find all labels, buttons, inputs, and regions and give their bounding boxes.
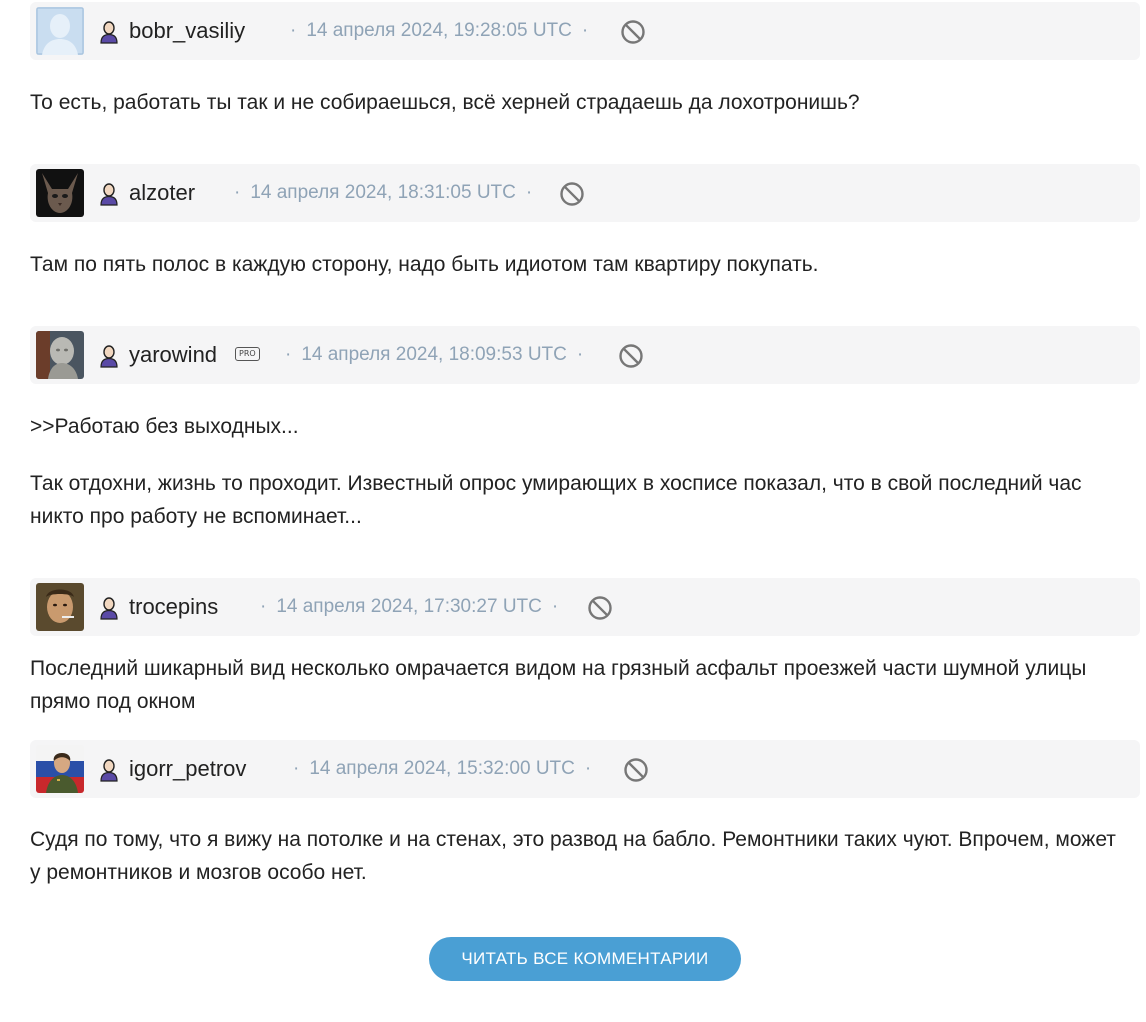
read-all-comments-button[interactable]: ЧИТАТЬ ВСЕ КОММЕНТАРИИ (429, 937, 741, 981)
comment-text: Так отдохни, жизнь то проходит. Известны… (30, 472, 1082, 528)
separator-dot: · (581, 20, 589, 41)
sphynx-cat-avatar-icon (36, 169, 84, 217)
username[interactable]: igorr_petrov (129, 754, 246, 784)
comment-meta: · 14 апреля 2024, 19:28:05 UTC · (280, 17, 598, 45)
comment-header: alzoter · 14 апреля 2024, 18:31:05 UTC · (30, 164, 1140, 222)
comment-text: Последний шикарный вид несколько омрачае… (30, 657, 1087, 713)
comment-meta: · 14 апреля 2024, 18:31:05 UTC · (224, 179, 542, 207)
user-icon (96, 595, 122, 621)
separator-dot: · (551, 596, 559, 617)
user-icon (96, 757, 122, 783)
timestamp: 14 апреля 2024, 18:09:53 UTC (301, 344, 567, 365)
comment-text: То есть, работать ты так и не собираешьс… (30, 91, 860, 114)
comment-body: >>Работаю без выходных... Так отдохни, ж… (30, 410, 1130, 557)
comment-meta: · 14 апреля 2024, 18:09:53 UTC · (275, 341, 593, 369)
username[interactable]: alzoter (129, 178, 195, 208)
separator-dot: · (285, 344, 292, 365)
username[interactable]: trocepins (129, 592, 218, 622)
user-icon (96, 181, 122, 207)
user-icon (96, 343, 122, 369)
block-icon[interactable] (623, 757, 649, 783)
timestamp: 14 апреля 2024, 17:30:27 UTC (276, 596, 542, 617)
man-smoking-avatar-icon (36, 583, 84, 631)
timestamp: 14 апреля 2024, 15:32:00 UTC (309, 758, 575, 779)
separator-dot: · (293, 758, 300, 779)
comment-body: Там по пять полос в каждую сторону, надо… (30, 248, 1130, 305)
username[interactable]: yarowind (129, 340, 217, 370)
block-icon[interactable] (620, 19, 646, 45)
separator-dot: · (260, 596, 267, 617)
comment-header: bobr_vasiliy · 14 апреля 2024, 19:28:05 U… (30, 2, 1140, 60)
avatar[interactable] (36, 169, 84, 217)
user-icon (96, 19, 122, 45)
separator-dot: · (525, 182, 533, 203)
separator-dot: · (234, 182, 241, 203)
comment-header: yarowind PRO · 14 апреля 2024, 18:09:53 U… (30, 326, 1140, 384)
statue-avatar-icon (36, 331, 84, 379)
comment-body: То есть, работать ты так и не собираешьс… (30, 86, 1130, 143)
comment-text: Там по пять полос в каждую сторону, надо… (30, 253, 819, 276)
block-icon[interactable] (587, 595, 613, 621)
avatar[interactable] (36, 583, 84, 631)
pro-badge: PRO (235, 347, 260, 361)
username[interactable]: bobr_vasiliy (129, 16, 245, 46)
comment-header: igorr_petrov · 14 апреля 2024, 15:32:00 U… (30, 740, 1140, 798)
comment-body: Последний шикарный вид несколько омрачае… (30, 652, 1130, 742)
separator-dot: · (584, 758, 592, 779)
timestamp: 14 апреля 2024, 19:28:05 UTC (306, 20, 572, 41)
comment-text: >>Работаю без выходных... (30, 415, 299, 438)
separator-dot: · (290, 20, 297, 41)
block-icon[interactable] (618, 343, 644, 369)
avatar[interactable] (36, 331, 84, 379)
avatar[interactable] (36, 7, 84, 55)
timestamp: 14 апреля 2024, 18:31:05 UTC (250, 182, 516, 203)
officer-flag-avatar-icon (36, 745, 84, 793)
comment-header: trocepins · 14 апреля 2024, 17:30:27 UTC · (30, 578, 1140, 636)
comment-body: Судя по тому, что я вижу на потолке и на… (30, 823, 1130, 913)
comment-meta: · 14 апреля 2024, 15:32:00 UTC · (283, 755, 601, 783)
comment-meta: · 14 апреля 2024, 17:30:27 UTC · (250, 593, 568, 621)
comment-text: Судя по тому, что я вижу на потолке и на… (30, 828, 1116, 884)
default-avatar-icon (36, 7, 84, 55)
separator-dot: · (576, 344, 584, 365)
avatar[interactable] (36, 745, 84, 793)
block-icon[interactable] (559, 181, 585, 207)
